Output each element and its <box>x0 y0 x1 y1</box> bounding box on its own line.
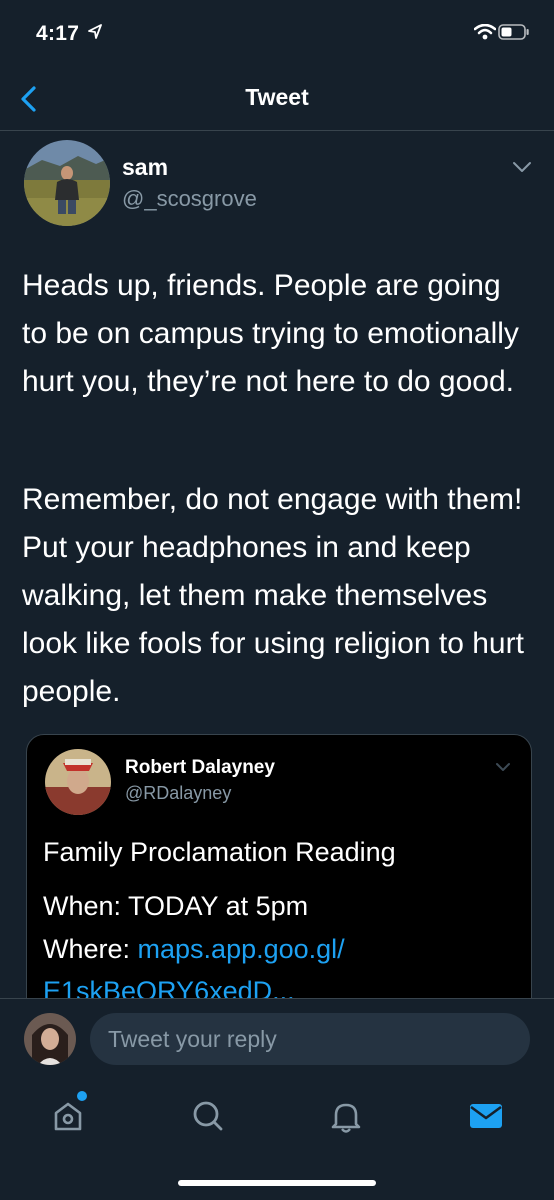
location-arrow-icon <box>88 24 102 39</box>
chevron-down-icon[interactable] <box>512 160 532 174</box>
search-icon[interactable] <box>188 1096 228 1136</box>
messages-icon[interactable] <box>466 1096 506 1136</box>
battery-icon <box>498 24 529 40</box>
quoted-tweet-title: Family Proclamation Reading <box>43 837 396 867</box>
page-title: Tweet <box>245 84 309 110</box>
tweet-paragraph: Heads up, friends. People are going to b… <box>22 269 519 398</box>
quoted-tweet-card[interactable]: Robert Dalayney @RDalayney Family Procla… <box>26 734 532 1036</box>
new-content-indicator <box>75 1089 89 1103</box>
chevron-down-icon <box>496 763 510 771</box>
quoted-tweet-when: When: TODAY at 5pm <box>43 891 309 921</box>
where-label: Where: <box>43 934 138 964</box>
author-name[interactable]: sam <box>122 154 168 181</box>
user-avatar <box>24 1013 76 1065</box>
reply-input[interactable]: Tweet your reply <box>90 1013 530 1065</box>
status-time: 4:17 <box>36 22 80 45</box>
wifi-icon <box>474 24 496 40</box>
navigation-bar: Tweet <box>0 64 554 131</box>
reply-bar: Tweet your reply <box>0 998 554 1081</box>
quoted-author-avatar <box>45 749 111 815</box>
author-avatar[interactable] <box>24 140 110 226</box>
home-indicator <box>178 1180 376 1186</box>
tweet-paragraph: Remember, do not engage with them! Put y… <box>22 483 524 708</box>
quoted-author-name: Robert Dalayney <box>125 757 275 778</box>
quoted-author-handle: @RDalayney <box>125 783 232 803</box>
author-handle[interactable]: @_scosgrove <box>122 186 257 212</box>
notifications-icon[interactable] <box>326 1096 366 1136</box>
status-bar: 4:17 <box>0 0 554 64</box>
